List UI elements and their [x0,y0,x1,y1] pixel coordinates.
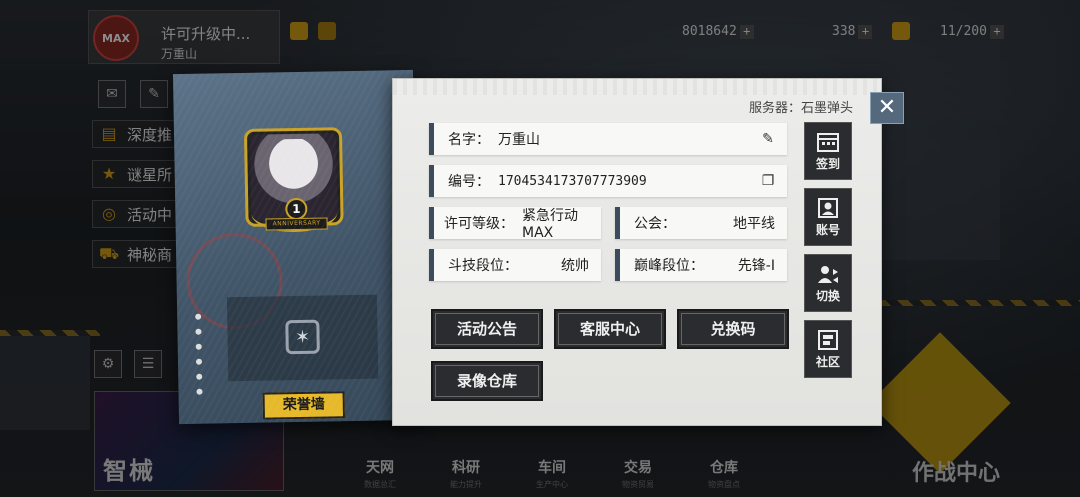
arena-rank-value: 统帅 [561,258,589,274]
player-avatar[interactable] [243,127,344,227]
redeem-code-button[interactable]: 兑换码 [677,309,789,349]
arena-rank-label: 斗技段位： [448,258,518,274]
id-label: 编号： [448,174,490,190]
anniversary-ribbon: ANNIVERSARY [265,217,328,231]
profile-folder: 1 ANNIVERSARY ✶ 荣誉墙 [172,69,420,425]
community-icon [818,329,838,350]
license-field: 许可等级： 紧急行动MAX [429,207,601,241]
switch-user-icon [818,265,838,283]
replay-storage-button[interactable]: 录像仓库 [431,361,543,401]
server-label: 服务器： [748,101,801,116]
community-tab[interactable]: 社区 [804,320,852,378]
avatar-portrait [250,133,338,221]
event-announcement-button[interactable]: 活动公告 [431,309,543,349]
name-field: 名字： 万重山 ✎ [429,123,787,155]
community-label: 社区 [815,354,840,369]
avatar-hair [259,138,329,200]
peak-rank-value: 先锋-Ⅰ [737,258,775,274]
server-value: 石墨弹头 [800,101,853,116]
account-label: 账号 [815,222,840,237]
name-label: 名字： [448,132,490,148]
switch-label: 切换 [815,288,840,303]
arena-rank-field: 斗技段位： 统帅 [429,249,601,281]
name-value: 万重山 [498,132,540,148]
red-stamp [185,232,284,330]
binder-holes [195,313,205,424]
checkin-label: 签到 [815,156,840,171]
edit-icon[interactable]: ✎ [759,130,777,148]
id-value: 1704534173707773909 [498,173,647,189]
license-label: 许可等级： [444,216,514,232]
account-tab[interactable]: 账号 [804,188,852,246]
honor-wall-button[interactable]: 荣誉墙 [262,391,345,420]
close-button[interactable]: ✕ [870,92,904,124]
guild-label: 公会： [634,216,676,232]
peak-rank-field: 巅峰段位： 先锋-Ⅰ [615,249,787,281]
id-field: 编号： 1704534173707773909 ❐ [429,165,787,197]
honor-emblem-icon: ✶ [285,319,320,355]
honor-emblem-panel: ✶ [226,294,379,382]
license-value: 紧急行动MAX [522,208,578,241]
guild-value: 地平线 [733,216,775,232]
copy-icon[interactable]: ❐ [759,172,777,190]
calendar-icon [817,132,839,152]
guild-field: 公会： 地平线 [615,207,787,239]
checkin-tab[interactable]: 签到 [804,122,852,180]
account-icon [818,197,838,218]
switch-tab[interactable]: 切换 [804,254,852,312]
peak-rank-label: 巅峰段位： [634,258,704,274]
laurel-wreath [251,193,338,233]
customer-service-button[interactable]: 客服中心 [554,309,666,349]
anniversary-badge: 1 [285,197,308,221]
server-info: 服务器：石墨弹头 [749,97,853,116]
